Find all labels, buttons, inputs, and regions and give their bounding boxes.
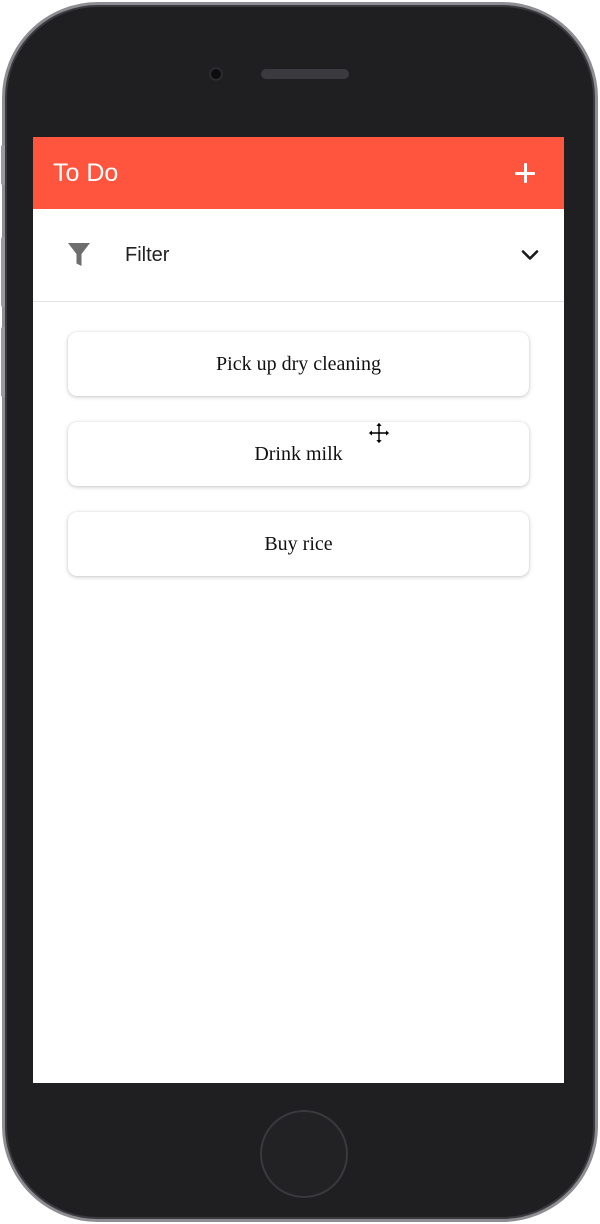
volume-up-button [1,237,5,307]
todo-item[interactable]: Buy rice [68,512,529,576]
todo-item[interactable]: Drink milk [68,422,529,486]
todo-item-text: Buy rice [264,532,333,555]
filter-dropdown[interactable]: Filter [33,209,564,302]
move-cursor-icon [367,421,391,445]
todo-item-text: Drink milk [254,442,343,465]
todo-item[interactable]: Pick up dry cleaning [68,332,529,396]
app-title: To Do [53,158,119,187]
front-camera [209,67,223,81]
add-todo-button[interactable] [508,156,542,190]
todo-list: Pick up dry cleaning Drink milk Buy rice [33,302,564,576]
volume-down-button [1,327,5,397]
app-bar: To Do [33,137,564,209]
filter-label: Filter [125,243,170,266]
chevron-down-icon[interactable] [520,248,540,262]
home-button[interactable] [260,1110,348,1198]
app-screen: To Do Filter Pick up dry cleaning Drink … [33,137,564,1083]
mute-switch [1,145,5,185]
todo-item-text: Pick up dry cleaning [216,352,381,375]
earpiece-speaker [261,69,349,79]
funnel-icon [68,243,90,266]
